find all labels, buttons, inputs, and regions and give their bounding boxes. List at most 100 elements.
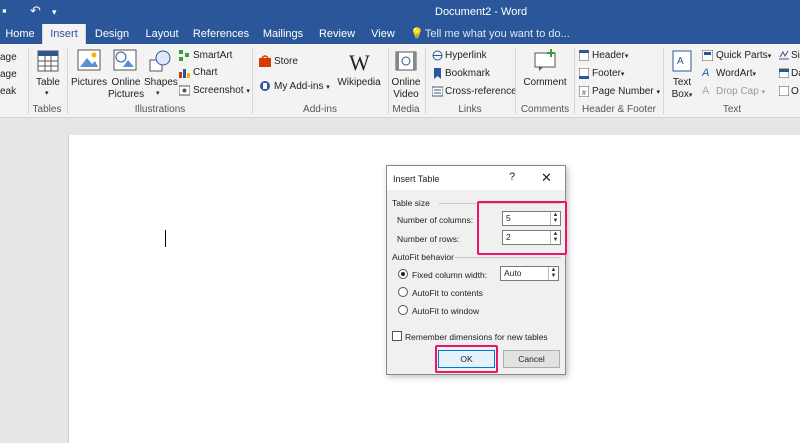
hyperlink-button[interactable]: Hyperlink xyxy=(445,50,487,61)
wordart-icon: A xyxy=(702,67,710,79)
online-video-button[interactable]: Online Video xyxy=(389,77,423,101)
cutoff-item-2[interactable]: age xyxy=(0,69,17,80)
ribbon-insert: age age eak Table ▾ Tables Pictures Onli… xyxy=(0,44,800,118)
text-box-label-2: Box xyxy=(671,89,689,100)
footer-label: Footer xyxy=(592,68,621,79)
group-label-comments: Comments xyxy=(520,104,570,115)
wordart-button[interactable]: WordArt▾ xyxy=(716,68,756,79)
shapes-dropdown-icon[interactable]: ▾ xyxy=(156,89,160,97)
drop-cap-icon: A xyxy=(702,85,710,97)
title-bar: ▪ ↶ ▾ Document2 - Word xyxy=(0,0,800,24)
table-size-heading: Table size xyxy=(392,198,430,208)
customize-quick-access-icon[interactable]: ▾ xyxy=(52,7,57,18)
my-addins-dropdown-icon: ▾ xyxy=(326,84,330,91)
fixed-width-value: Auto xyxy=(504,268,522,278)
table-dropdown-icon[interactable]: ▾ xyxy=(45,89,49,97)
online-video-label-2: Video xyxy=(393,89,419,100)
cross-reference-icon xyxy=(431,86,444,100)
tab-home[interactable]: Home xyxy=(0,24,40,44)
smartart-icon xyxy=(179,50,190,64)
wordart-dropdown-icon: ▾ xyxy=(752,71,757,78)
undo-icon[interactable]: ↶ xyxy=(30,3,41,19)
fixed-width-label[interactable]: Fixed column width: xyxy=(412,270,487,280)
footer-button[interactable]: Footer▾ xyxy=(592,68,624,79)
remember-dimensions-checkbox[interactable] xyxy=(392,331,402,341)
bookmark-icon xyxy=(432,68,443,82)
bookmark-button[interactable]: Bookmark xyxy=(445,68,490,79)
svg-text:#: # xyxy=(582,90,586,97)
screenshot-button[interactable]: Screenshot ▾ xyxy=(193,85,250,96)
wikipedia-button[interactable]: Wikipedia xyxy=(337,77,381,89)
tab-layout[interactable]: Layout xyxy=(138,24,186,44)
signature-line-cutoff[interactable]: Si xyxy=(791,50,800,61)
quick-access-cutoff-icon[interactable]: ▪ xyxy=(2,3,7,18)
quick-parts-button[interactable]: Quick Parts▾ xyxy=(716,50,771,61)
drop-cap-button[interactable]: Drop Cap ▾ xyxy=(716,86,765,97)
help-button[interactable]: ? xyxy=(509,171,515,183)
tell-me-box[interactable]: 💡 Tell me what you want to do... xyxy=(410,24,570,44)
table-button[interactable]: Table xyxy=(35,77,61,89)
insert-table-dialog: Insert Table ? ✕ Table size Number of co… xyxy=(386,165,566,375)
cutoff-item-1[interactable]: age xyxy=(0,52,17,63)
text-cursor xyxy=(165,230,166,247)
autofit-window-radio[interactable] xyxy=(398,305,408,315)
quick-parts-label: Quick Parts xyxy=(716,50,768,61)
page-number-icon: # xyxy=(578,85,590,100)
fixed-width-spinner[interactable]: Auto ▲ ▼ xyxy=(500,266,559,281)
store-button[interactable]: Store xyxy=(274,56,298,67)
group-label-links: Links xyxy=(458,104,482,115)
tab-view[interactable]: View xyxy=(364,24,402,44)
svg-text:A: A xyxy=(677,56,684,67)
footer-icon xyxy=(578,67,590,82)
pictures-icon xyxy=(77,49,101,74)
wordart-label: WordArt xyxy=(716,68,753,79)
my-addins-label: My Add-ins xyxy=(274,81,324,92)
date-time-cutoff[interactable]: Da xyxy=(791,68,800,79)
comment-button[interactable]: Comment xyxy=(518,77,572,89)
fixed-width-spin-arrows-icon[interactable]: ▲ ▼ xyxy=(548,267,558,280)
table-icon xyxy=(37,50,59,75)
group-label-illustrations: Illustrations xyxy=(134,104,186,115)
online-pictures-label-1: Online xyxy=(111,77,141,88)
text-box-label-1: Text xyxy=(672,77,692,88)
screenshot-label: Screenshot xyxy=(193,85,244,96)
group-label-header-footer: Header & Footer xyxy=(582,104,656,115)
cancel-button[interactable]: Cancel xyxy=(503,350,560,368)
my-addins-icon xyxy=(259,80,271,95)
signature-line-icon xyxy=(779,50,789,63)
tab-design[interactable]: Design xyxy=(88,24,136,44)
chart-button[interactable]: Chart xyxy=(193,67,217,78)
smartart-button[interactable]: SmartArt xyxy=(193,50,232,61)
tab-mailings[interactable]: Mailings xyxy=(256,24,310,44)
online-pictures-label-2: Pictures xyxy=(108,89,145,100)
header-dropdown-icon: ▾ xyxy=(624,53,629,60)
my-addins-button[interactable]: My Add-ins ▾ xyxy=(274,81,330,92)
header-button[interactable]: Header▾ xyxy=(592,50,628,61)
cutoff-item-3[interactable]: eak xyxy=(0,86,16,97)
autofit-contents-radio[interactable] xyxy=(398,287,408,297)
object-cutoff[interactable]: O xyxy=(791,86,799,97)
shapes-button[interactable]: Shapes xyxy=(144,77,178,89)
tab-references[interactable]: References xyxy=(190,24,252,44)
chart-icon xyxy=(179,67,190,81)
autofit-contents-label[interactable]: AutoFit to contents xyxy=(412,288,483,298)
fixed-width-radio[interactable] xyxy=(398,269,408,279)
quick-parts-dropdown-icon: ▾ xyxy=(767,53,772,60)
object-icon xyxy=(778,85,790,99)
close-button[interactable]: ✕ xyxy=(541,170,552,186)
online-pictures-icon xyxy=(113,49,137,74)
autofit-window-label[interactable]: AutoFit to window xyxy=(412,306,479,316)
tab-review[interactable]: Review xyxy=(314,24,360,44)
columns-label: Number of columns: xyxy=(397,215,474,225)
cross-reference-button[interactable]: Cross-reference xyxy=(445,86,517,97)
page-number-button[interactable]: Page Number ▾ xyxy=(592,86,660,97)
pictures-button[interactable]: Pictures xyxy=(71,77,107,89)
comment-icon xyxy=(533,49,557,76)
tab-insert[interactable]: Insert xyxy=(42,24,86,44)
online-pictures-button[interactable]: Online Pictures xyxy=(108,77,144,101)
page-number-dropdown-icon: ▾ xyxy=(656,89,660,96)
text-box-button[interactable]: Text Box▾ xyxy=(668,77,696,102)
remember-dimensions-label[interactable]: Remember dimensions for new tables xyxy=(405,332,548,342)
tell-me-text: Tell me what you want to do... xyxy=(424,28,570,40)
page-number-label: Page Number xyxy=(592,86,654,97)
